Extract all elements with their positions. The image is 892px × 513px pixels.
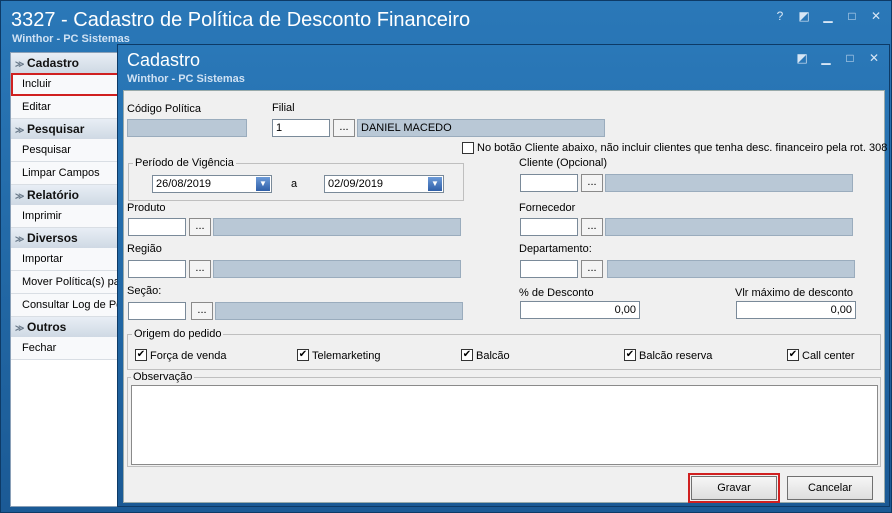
filial-search-button[interactable]: ... bbox=[333, 119, 355, 137]
sidebar-item-pesquisar[interactable]: Pesquisar bbox=[11, 139, 120, 162]
sidebar: ≫ Cadastro Incluir Editar ≫ Pesquisar Pesq… bbox=[10, 52, 121, 507]
sidebar-item-consultar-log[interactable]: Consultar Log de Po bbox=[11, 294, 120, 317]
sidebar-section-outros[interactable]: ≫ Outros bbox=[11, 317, 120, 337]
maximize-icon[interactable]: □ bbox=[843, 51, 857, 65]
sidebar-item-editar[interactable]: Editar bbox=[11, 96, 120, 119]
dialog-subtitle: Winthor - PC Sistemas bbox=[127, 73, 245, 85]
sidebar-section-pesquisar[interactable]: ≫ Pesquisar bbox=[11, 119, 120, 139]
cliente-input[interactable] bbox=[520, 174, 578, 192]
codigo-politica-label: Código Política bbox=[127, 103, 201, 115]
regiao-label: Região bbox=[127, 243, 162, 255]
cliente-label: Cliente (Opcional) bbox=[519, 157, 608, 169]
minimize-icon[interactable]: ▁ bbox=[819, 51, 833, 65]
desconto-input[interactable]: 0,00 bbox=[520, 301, 640, 319]
calendar-dropdown-icon[interactable]: ▼ bbox=[428, 177, 442, 191]
chevron-down-icon: ≫ bbox=[15, 234, 25, 244]
origem-forca-venda-checkbox[interactable]: ✔ bbox=[135, 349, 147, 361]
help-icon[interactable]: ? bbox=[773, 9, 787, 23]
sidebar-item-limpar-campos[interactable]: Limpar Campos bbox=[11, 162, 120, 185]
filial-input[interactable]: 1 bbox=[272, 119, 330, 137]
origem-telemarketing-label: Telemarketing bbox=[312, 350, 381, 362]
secao-search-button[interactable]: ... bbox=[191, 302, 213, 320]
form-body: Código Política Filial 1 ... DANIEL MACE… bbox=[123, 90, 888, 503]
a-label: a bbox=[291, 178, 298, 190]
secao-label: Seção: bbox=[127, 285, 162, 297]
fornecedor-search-button[interactable]: ... bbox=[581, 218, 603, 236]
observacao-textarea[interactable] bbox=[131, 385, 878, 465]
departamento-search-button[interactable]: ... bbox=[581, 260, 603, 278]
chevron-down-icon: ≫ bbox=[15, 323, 25, 333]
minimize-icon[interactable]: ▁ bbox=[821, 9, 835, 23]
calendar-dropdown-icon[interactable]: ▼ bbox=[256, 177, 270, 191]
edit-icon[interactable]: ◩ bbox=[797, 9, 811, 23]
window-subtitle: Winthor - PC Sistemas bbox=[12, 33, 130, 45]
departamento-name-field bbox=[607, 260, 855, 278]
regiao-search-button[interactable]: ... bbox=[189, 260, 211, 278]
dialog-title: Cadastro bbox=[127, 50, 201, 70]
cadastro-dialog: Cadastro Winthor - PC Sistemas ◩ ▁ □ ✕ C… bbox=[117, 44, 890, 507]
main-window: 3327 - Cadastro de Política de Desconto … bbox=[0, 0, 892, 513]
origem-call-center-checkbox[interactable]: ✔ bbox=[787, 349, 799, 361]
no-cliente-checkbox-label: No botão Cliente abaixo, não incluir cli… bbox=[477, 142, 888, 154]
close-icon[interactable]: ✕ bbox=[869, 9, 883, 23]
data-fim-input[interactable]: 02/09/2019 ▼ bbox=[324, 175, 444, 193]
data-inicio-input[interactable]: 26/08/2019 ▼ bbox=[152, 175, 272, 193]
origem-balcao-label: Balcão bbox=[476, 350, 510, 362]
cliente-name-field bbox=[605, 174, 853, 192]
observacao-label: Observação bbox=[131, 371, 195, 383]
chevron-down-icon: ≫ bbox=[15, 59, 25, 69]
close-icon[interactable]: ✕ bbox=[867, 51, 881, 65]
secao-input[interactable] bbox=[128, 302, 186, 320]
produto-name-field bbox=[213, 218, 461, 236]
departamento-label: Departamento: bbox=[519, 243, 592, 255]
no-cliente-checkbox[interactable] bbox=[462, 142, 474, 154]
window-title: 3327 - Cadastro de Política de Desconto … bbox=[11, 9, 471, 31]
sidebar-item-importar[interactable]: Importar bbox=[11, 248, 120, 271]
sidebar-item-incluir[interactable]: Incluir bbox=[11, 73, 120, 96]
origem-balcao-reserva-label: Balcão reserva bbox=[639, 350, 713, 362]
gravar-button[interactable]: Gravar bbox=[688, 473, 780, 503]
vlr-max-label: Vlr máximo de desconto bbox=[735, 287, 853, 299]
maximize-icon[interactable]: □ bbox=[845, 9, 859, 23]
sidebar-item-mover-politicas[interactable]: Mover Política(s) pa bbox=[11, 271, 120, 294]
edit-icon[interactable]: ◩ bbox=[795, 51, 809, 65]
sidebar-item-fechar[interactable]: Fechar bbox=[11, 337, 120, 360]
departamento-input[interactable] bbox=[520, 260, 578, 278]
cancelar-button[interactable]: Cancelar bbox=[787, 476, 873, 500]
sidebar-section-diversos[interactable]: ≫ Diversos bbox=[11, 228, 120, 248]
codigo-politica-field bbox=[127, 119, 247, 137]
produto-label: Produto bbox=[127, 202, 166, 214]
chevron-down-icon: ≫ bbox=[15, 191, 25, 201]
origem-call-center-label: Call center bbox=[802, 350, 855, 362]
regiao-input[interactable] bbox=[128, 260, 186, 278]
periodo-label: Período de Vigência bbox=[133, 157, 236, 169]
filial-label: Filial bbox=[272, 102, 295, 114]
sidebar-section-relatorio[interactable]: ≫ Relatório bbox=[11, 185, 120, 205]
origem-balcao-reserva-checkbox[interactable]: ✔ bbox=[624, 349, 636, 361]
filial-name-field: DANIEL MACEDO bbox=[357, 119, 605, 137]
sidebar-section-cadastro[interactable]: ≫ Cadastro bbox=[11, 53, 120, 73]
fornecedor-label: Fornecedor bbox=[519, 202, 576, 214]
desconto-label: % de Desconto bbox=[519, 287, 594, 299]
sidebar-item-imprimir[interactable]: Imprimir bbox=[11, 205, 120, 228]
title-bar: 3327 - Cadastro de Política de Desconto … bbox=[1, 1, 891, 47]
origem-balcao-checkbox[interactable]: ✔ bbox=[461, 349, 473, 361]
cliente-search-button[interactable]: ... bbox=[581, 174, 603, 192]
origem-forca-venda-label: Força de venda bbox=[150, 350, 227, 362]
fornecedor-name-field bbox=[605, 218, 853, 236]
produto-input[interactable] bbox=[128, 218, 186, 236]
origem-label: Origem do pedido bbox=[132, 328, 224, 340]
chevron-down-icon: ≫ bbox=[15, 125, 25, 135]
origem-telemarketing-checkbox[interactable]: ✔ bbox=[297, 349, 309, 361]
fornecedor-input[interactable] bbox=[520, 218, 578, 236]
regiao-name-field bbox=[213, 260, 461, 278]
produto-search-button[interactable]: ... bbox=[189, 218, 211, 236]
secao-name-field bbox=[215, 302, 463, 320]
vlr-max-input[interactable]: 0,00 bbox=[736, 301, 856, 319]
